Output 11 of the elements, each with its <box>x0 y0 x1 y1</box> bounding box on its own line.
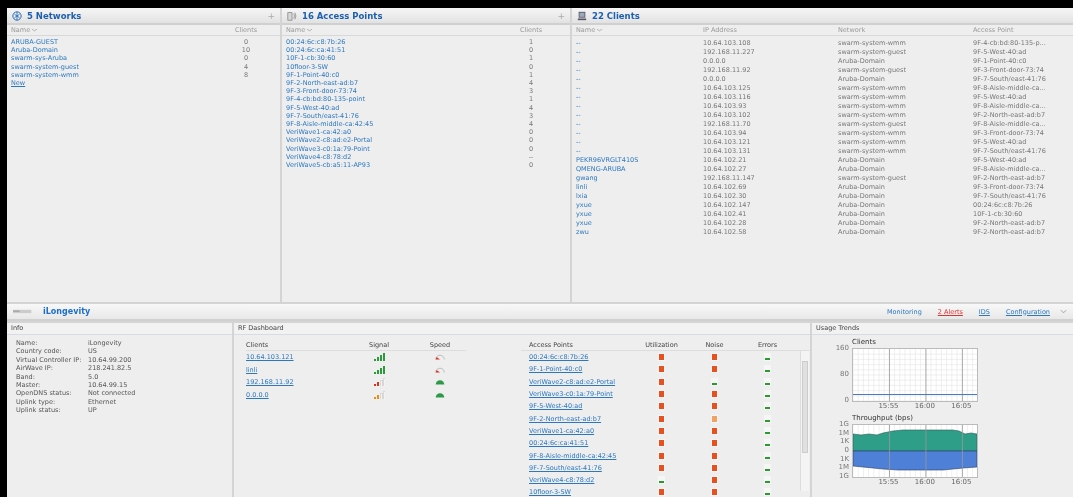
sort-icon[interactable] <box>307 28 313 32</box>
panel-title: 5 Networks <box>27 10 83 21</box>
network-icon <box>12 10 22 21</box>
controller-title: iLongevity <box>43 307 91 316</box>
sort-icon[interactable] <box>32 28 38 32</box>
computer-icon <box>577 10 587 21</box>
panel-title: 16 Access Points <box>302 10 384 21</box>
scrollbar[interactable] <box>800 351 809 491</box>
sort-icon[interactable] <box>597 28 603 32</box>
panel-title: 22 Clients <box>592 10 641 21</box>
chevron-icon[interactable] <box>1060 309 1067 314</box>
